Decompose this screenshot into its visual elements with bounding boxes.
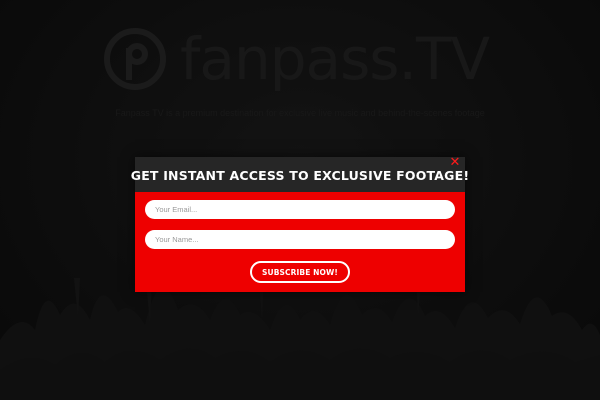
page: fanpass.TV Fanpass TV is a premium desti… <box>0 0 600 400</box>
modal-body: SUBSCRIBE NOW! <box>135 192 465 292</box>
close-icon[interactable]: ✕ <box>448 156 462 170</box>
email-field[interactable] <box>145 200 455 219</box>
modal-title: GET INSTANT ACCESS TO EXCLUSIVE FOOTAGE! <box>130 167 470 183</box>
subscribe-modal: GET INSTANT ACCESS TO EXCLUSIVE FOOTAGE!… <box>131 156 469 292</box>
modal-header: GET INSTANT ACCESS TO EXCLUSIVE FOOTAGE!… <box>131 156 469 192</box>
name-field[interactable] <box>145 230 455 249</box>
subscribe-button[interactable]: SUBSCRIBE NOW! <box>250 261 350 283</box>
